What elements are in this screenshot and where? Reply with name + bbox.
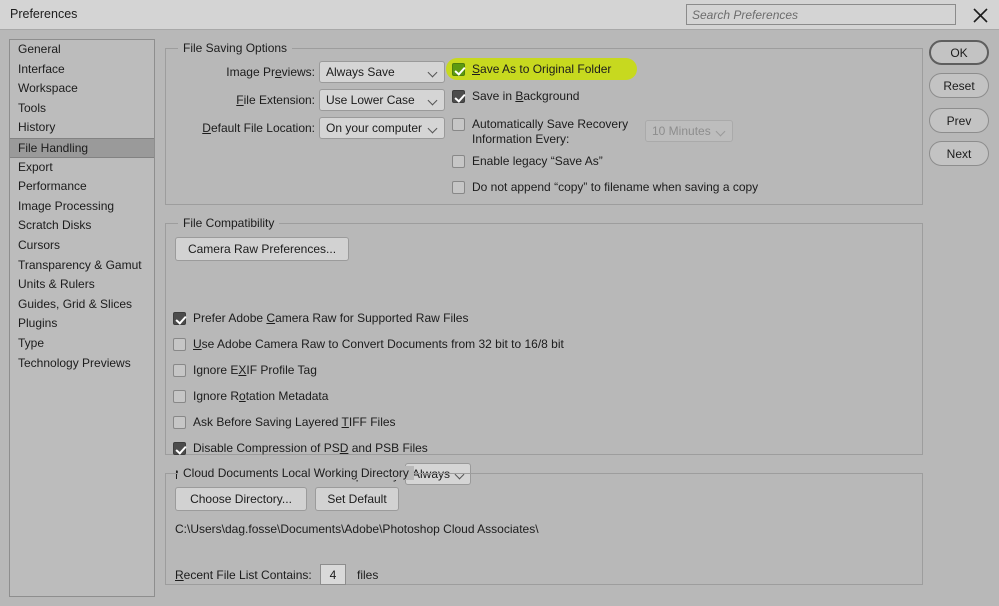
- checkbox-label: Ignore Rotation Metadata: [193, 389, 329, 403]
- checkbox-box: [452, 118, 465, 131]
- cloud-documents-legend: Cloud Documents Local Working Directory: [178, 466, 414, 480]
- checkbox-box: [173, 442, 186, 455]
- cloud-working-directory-path: C:\Users\dag.fosse\Documents\Adobe\Photo…: [175, 522, 539, 536]
- sidebar-item-guides-grid-slices[interactable]: Guides, Grid & Slices: [10, 295, 154, 315]
- file-compatibility-legend: File Compatibility: [178, 216, 280, 230]
- sidebar-item-workspace[interactable]: Workspace: [10, 79, 154, 99]
- next-button[interactable]: Next: [929, 141, 989, 166]
- checkbox-do-not-append-copy[interactable]: Do not append “copy” to filename when sa…: [452, 180, 758, 195]
- sidebar-item-plugins[interactable]: Plugins: [10, 314, 154, 334]
- window-title: Preferences: [10, 7, 78, 21]
- sidebar-item-cursors[interactable]: Cursors: [10, 236, 154, 256]
- auto-save-recovery-line2: Information Every:: [472, 132, 570, 146]
- default-file-location-dropdown[interactable]: On your computer: [319, 117, 445, 139]
- file-extension-dropdown[interactable]: Use Lower Case: [319, 89, 445, 111]
- checkbox-label: Use Adobe Camera Raw to Convert Document…: [193, 337, 564, 351]
- checkbox-save-in-background[interactable]: Save in Background: [452, 89, 579, 104]
- search-input[interactable]: [686, 4, 956, 25]
- checkbox-box: [452, 155, 465, 168]
- checkbox-ask-before-saving-layered-tiff[interactable]: Ask Before Saving Layered TIFF Files: [173, 415, 396, 430]
- preferences-content-panel: File Saving Options Image Previews: Alwa…: [165, 39, 925, 597]
- sidebar-item-export[interactable]: Export: [10, 158, 154, 178]
- recent-file-list-input[interactable]: [320, 564, 346, 585]
- image-previews-label: Image Previews:: [226, 65, 315, 79]
- prev-button[interactable]: Prev: [929, 108, 989, 133]
- chevron-down-icon: [429, 68, 438, 77]
- sidebar-item-tools[interactable]: Tools: [10, 99, 154, 119]
- checkbox-box: [173, 364, 186, 377]
- default-file-location-label: Default File Location:: [202, 121, 315, 135]
- checkbox-use-acr-convert-32bit[interactable]: Use Adobe Camera Raw to Convert Document…: [173, 337, 564, 352]
- sidebar-item-image-processing[interactable]: Image Processing: [10, 197, 154, 217]
- ok-button[interactable]: OK: [929, 40, 989, 65]
- file-extension-value: Use Lower Case: [326, 93, 415, 107]
- sidebar-item-technology-previews[interactable]: Technology Previews: [10, 354, 154, 374]
- sidebar-item-interface[interactable]: Interface: [10, 60, 154, 80]
- sidebar-item-performance[interactable]: Performance: [10, 177, 154, 197]
- checkbox-box: [173, 338, 186, 351]
- checkbox-box: [452, 90, 465, 103]
- sidebar-item-history[interactable]: History: [10, 118, 154, 138]
- set-default-button[interactable]: Set Default: [315, 487, 399, 511]
- checkbox-label: Ask Before Saving Layered TIFF Files: [193, 415, 396, 429]
- sidebar-item-type[interactable]: Type: [10, 334, 154, 354]
- checkbox-label: Automatically Save Recovery Information …: [472, 117, 628, 147]
- auto-save-recovery-line1: Automatically Save Recovery: [472, 117, 629, 131]
- chevron-down-icon: [429, 124, 438, 133]
- checkbox-ignore-rotation-metadata[interactable]: Ignore Rotation Metadata: [173, 389, 328, 404]
- choose-directory-button[interactable]: Choose Directory...: [175, 487, 307, 511]
- checkbox-box: [173, 390, 186, 403]
- checkbox-label: Save in Background: [472, 89, 580, 103]
- file-saving-options-legend: File Saving Options: [178, 41, 293, 55]
- auto-save-interval-dropdown[interactable]: 10 Minutes: [645, 120, 733, 142]
- sidebar-item-general[interactable]: General: [10, 40, 154, 60]
- default-file-location-value: On your computer: [326, 121, 423, 135]
- image-previews-dropdown[interactable]: Always Save: [319, 61, 445, 83]
- checkbox-disable-compression-psd-psb[interactable]: Disable Compression of PSD and PSB Files: [173, 441, 428, 456]
- title-bar: Preferences: [0, 0, 999, 30]
- checkbox-label: Ignore EXIF Profile Tag: [193, 363, 317, 377]
- chevron-down-icon: [429, 96, 438, 105]
- checkbox-enable-legacy-save-as[interactable]: Enable legacy “Save As”: [452, 154, 603, 169]
- checkbox-ignore-exif-profile-tag[interactable]: Ignore EXIF Profile Tag: [173, 363, 317, 378]
- image-previews-value: Always Save: [326, 65, 395, 79]
- checkbox-label: Save As to Original Folder: [472, 62, 612, 76]
- sidebar-item-file-handling[interactable]: File Handling: [10, 137, 154, 158]
- camera-raw-preferences-button[interactable]: Camera Raw Preferences...: [175, 237, 349, 261]
- auto-save-interval-value: 10 Minutes: [652, 124, 711, 138]
- checkbox-label: Do not append “copy” to filename when sa…: [472, 180, 759, 194]
- checkbox-save-as-to-original-folder[interactable]: Save As to Original Folder: [452, 62, 611, 77]
- checkbox-prefer-adobe-camera-raw[interactable]: Prefer Adobe Camera Raw for Supported Ra…: [173, 311, 468, 326]
- chevron-down-icon: [717, 127, 726, 136]
- checkbox-auto-save-recovery[interactable]: Automatically Save Recovery Information …: [452, 117, 628, 147]
- checkbox-box: [173, 312, 186, 325]
- checkbox-label: Disable Compression of PSD and PSB Files: [193, 441, 428, 455]
- file-extension-label: File Extension:: [236, 93, 315, 107]
- reset-button[interactable]: Reset: [929, 73, 989, 98]
- checkbox-box: [452, 181, 465, 194]
- recent-file-list-suffix: files: [357, 568, 379, 582]
- sidebar-item-scratch-disks[interactable]: Scratch Disks: [10, 216, 154, 236]
- close-icon[interactable]: [971, 6, 990, 25]
- checkbox-box: [452, 63, 465, 76]
- checkbox-box: [173, 416, 186, 429]
- sidebar-item-transparency-gamut[interactable]: Transparency & Gamut: [10, 256, 154, 276]
- checkbox-label: Prefer Adobe Camera Raw for Supported Ra…: [193, 311, 469, 325]
- preferences-category-list[interactable]: General Interface Workspace Tools Histor…: [9, 39, 155, 597]
- checkbox-label: Enable legacy “Save As”: [472, 154, 603, 168]
- recent-file-list-label: Recent File List Contains:: [175, 568, 312, 582]
- sidebar-item-units-rulers[interactable]: Units & Rulers: [10, 275, 154, 295]
